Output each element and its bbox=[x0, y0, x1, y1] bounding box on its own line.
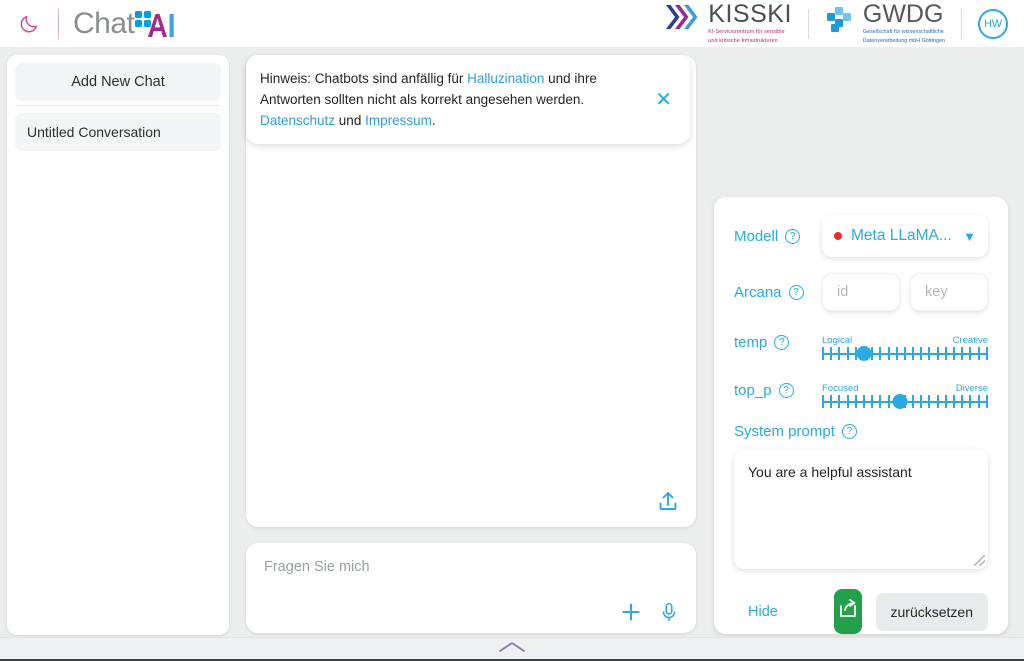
message-input-actions bbox=[618, 599, 680, 625]
sidebar: Add New Chat Untitled Conversation bbox=[7, 55, 229, 635]
disclaimer-banner: Hinweis: Chatbots sind anfällig für Hall… bbox=[246, 55, 690, 144]
chat-column: Hinweis: Chatbots sind anfällig für Hall… bbox=[246, 55, 696, 633]
disclaimer-suffix: . bbox=[431, 113, 436, 128]
gwdg-mark-icon bbox=[825, 6, 859, 41]
temp-slider-ticks bbox=[822, 347, 988, 360]
header-divider bbox=[58, 8, 59, 39]
help-icon[interactable]: ? bbox=[778, 382, 794, 398]
gwdg-subtitle-line2: Datenverarbeitung mbH Göttingen bbox=[862, 38, 945, 44]
chevron-down-icon: ▼ bbox=[963, 228, 976, 244]
top-p-slider-endpoints: Focused Diverse bbox=[822, 383, 988, 394]
system-prompt-label: System prompt bbox=[734, 423, 835, 440]
share-button[interactable] bbox=[833, 589, 862, 634]
temp-slider-thumb[interactable] bbox=[856, 346, 871, 361]
arcana-row: Arcana ? id key bbox=[734, 273, 988, 311]
top-p-max-label: Diverse bbox=[955, 383, 988, 394]
header-left-group: Chat bbox=[0, 7, 181, 41]
disclaimer-text: Hinweis: Chatbots sind anfällig für Hall… bbox=[260, 68, 653, 131]
temp-slider[interactable]: Logical Creative bbox=[822, 323, 988, 361]
conversation-list-item[interactable]: Untitled Conversation bbox=[15, 113, 221, 151]
model-status-dot-icon bbox=[834, 232, 842, 240]
help-icon[interactable]: ? bbox=[841, 424, 857, 439]
temp-slider-endpoints: Logical Creative bbox=[822, 335, 988, 346]
model-select-value: Meta LLaMA... bbox=[851, 227, 952, 244]
gwdg-text: GWDG Gesellschaft für wissenschaftliche … bbox=[863, 2, 945, 45]
upload-icon[interactable] bbox=[654, 487, 682, 515]
system-prompt-label-row: System prompt ? bbox=[734, 423, 988, 440]
temp-max-label: Creative bbox=[952, 335, 988, 346]
avatar[interactable]: HW bbox=[978, 8, 1008, 39]
sidebar-divider bbox=[15, 105, 221, 106]
arcana-label: Arcana bbox=[734, 283, 782, 301]
arcana-key-input[interactable]: key bbox=[910, 273, 988, 311]
logo-ai-mark bbox=[135, 8, 181, 40]
chevron-up-icon[interactable] bbox=[497, 640, 527, 659]
kisski-subtitle-line1: KI-Servicezentrum für sensible bbox=[708, 29, 785, 35]
model-label: Modell bbox=[734, 227, 779, 245]
model-select[interactable]: Meta LLaMA... ▼ bbox=[822, 215, 988, 257]
bottom-bar bbox=[0, 637, 1024, 661]
model-row: Modell ? Meta LLaMA... ▼ bbox=[734, 215, 988, 257]
close-icon[interactable]: ✕ bbox=[653, 90, 674, 110]
add-new-chat-button[interactable]: Add New Chat bbox=[15, 63, 221, 101]
kisski-subtitle-line2: und kritische Infrastrukturen bbox=[708, 38, 778, 44]
halluzination-link[interactable]: Halluzination bbox=[467, 71, 544, 86]
hide-button[interactable]: Hide bbox=[748, 604, 778, 620]
top-p-slider-track[interactable] bbox=[822, 394, 988, 409]
temp-slider-track[interactable] bbox=[822, 346, 988, 361]
reset-button[interactable]: zurücksetzen bbox=[875, 592, 988, 631]
arcana-inputs: id key bbox=[822, 273, 988, 311]
disclaimer-conjunction: und bbox=[335, 113, 366, 128]
header-right-group: KISSKI KI-Servicezentrum für sensible un… bbox=[664, 2, 1024, 45]
gwdg-logo[interactable]: GWDG Gesellschaft für wissenschaftliche … bbox=[825, 2, 945, 45]
temp-label-cell: temp ? bbox=[734, 334, 822, 351]
temp-min-label: Logical bbox=[822, 335, 853, 346]
chat-messages-panel: Hinweis: Chatbots sind anfällig für Hall… bbox=[246, 55, 696, 527]
temp-row: temp ? Logical Creative bbox=[734, 323, 988, 361]
logo-chat-text: Chat bbox=[73, 6, 135, 40]
settings-footer: Hide zurücksetzen bbox=[734, 589, 988, 634]
kisski-wordmark: KISSKI bbox=[708, 0, 792, 28]
datenschutz-link[interactable]: Datenschutz bbox=[260, 113, 335, 128]
microphone-icon[interactable] bbox=[658, 600, 680, 624]
arcana-label-cell: Arcana ? bbox=[734, 284, 822, 301]
header-divider-3 bbox=[961, 8, 962, 39]
top-p-row: top_p ? Focused Diverse bbox=[734, 371, 988, 409]
share-icon bbox=[836, 597, 860, 626]
top-p-label-cell: top_p ? bbox=[734, 382, 822, 399]
impressum-link[interactable]: Impressum bbox=[365, 113, 432, 128]
message-input-placeholder: Fragen Sie mich bbox=[264, 559, 370, 575]
plus-icon[interactable] bbox=[618, 599, 644, 625]
header-divider-2 bbox=[807, 8, 809, 39]
message-input-panel[interactable]: Fragen Sie mich bbox=[246, 543, 696, 633]
resize-handle[interactable] bbox=[974, 555, 985, 566]
top-p-label: top_p bbox=[734, 381, 772, 399]
disclaimer-prefix: Hinweis: Chatbots sind anfällig für bbox=[260, 71, 468, 86]
kisski-text: KISSKI KI-Servicezentrum für sensible un… bbox=[708, 2, 792, 45]
arcana-id-input[interactable]: id bbox=[822, 273, 900, 311]
kisski-bars-icon bbox=[664, 2, 704, 32]
help-icon[interactable]: ? bbox=[774, 334, 790, 350]
gwdg-wordmark: GWDG bbox=[862, 0, 944, 28]
top-p-slider[interactable]: Focused Diverse bbox=[822, 371, 988, 409]
help-icon[interactable]: ? bbox=[788, 284, 804, 300]
top-p-slider-thumb[interactable] bbox=[892, 394, 908, 409]
model-label-cell: Modell ? bbox=[734, 228, 822, 245]
app-header: Chat KISSKI KI-Servicezentrum für sensib… bbox=[0, 0, 1024, 47]
kisski-logo[interactable]: KISSKI KI-Servicezentrum für sensible un… bbox=[664, 2, 792, 45]
help-icon[interactable]: ? bbox=[785, 228, 801, 244]
chatai-logo[interactable]: Chat bbox=[73, 7, 181, 41]
settings-panel: Modell ? Meta LLaMA... ▼ Arcana ? id key… bbox=[714, 197, 1008, 634]
moon-icon[interactable] bbox=[14, 9, 44, 39]
temp-label: temp bbox=[734, 333, 768, 351]
system-prompt-value: You are a helpful assistant bbox=[748, 464, 912, 480]
system-prompt-textarea[interactable]: You are a helpful assistant bbox=[734, 449, 988, 569]
gwdg-subtitle-line1: Gesellschaft für wissenschaftliche bbox=[862, 29, 944, 35]
top-p-min-label: Focused bbox=[822, 383, 859, 394]
app-root: Chat KISSKI KI-Servicezentrum für sensib… bbox=[0, 0, 1024, 661]
